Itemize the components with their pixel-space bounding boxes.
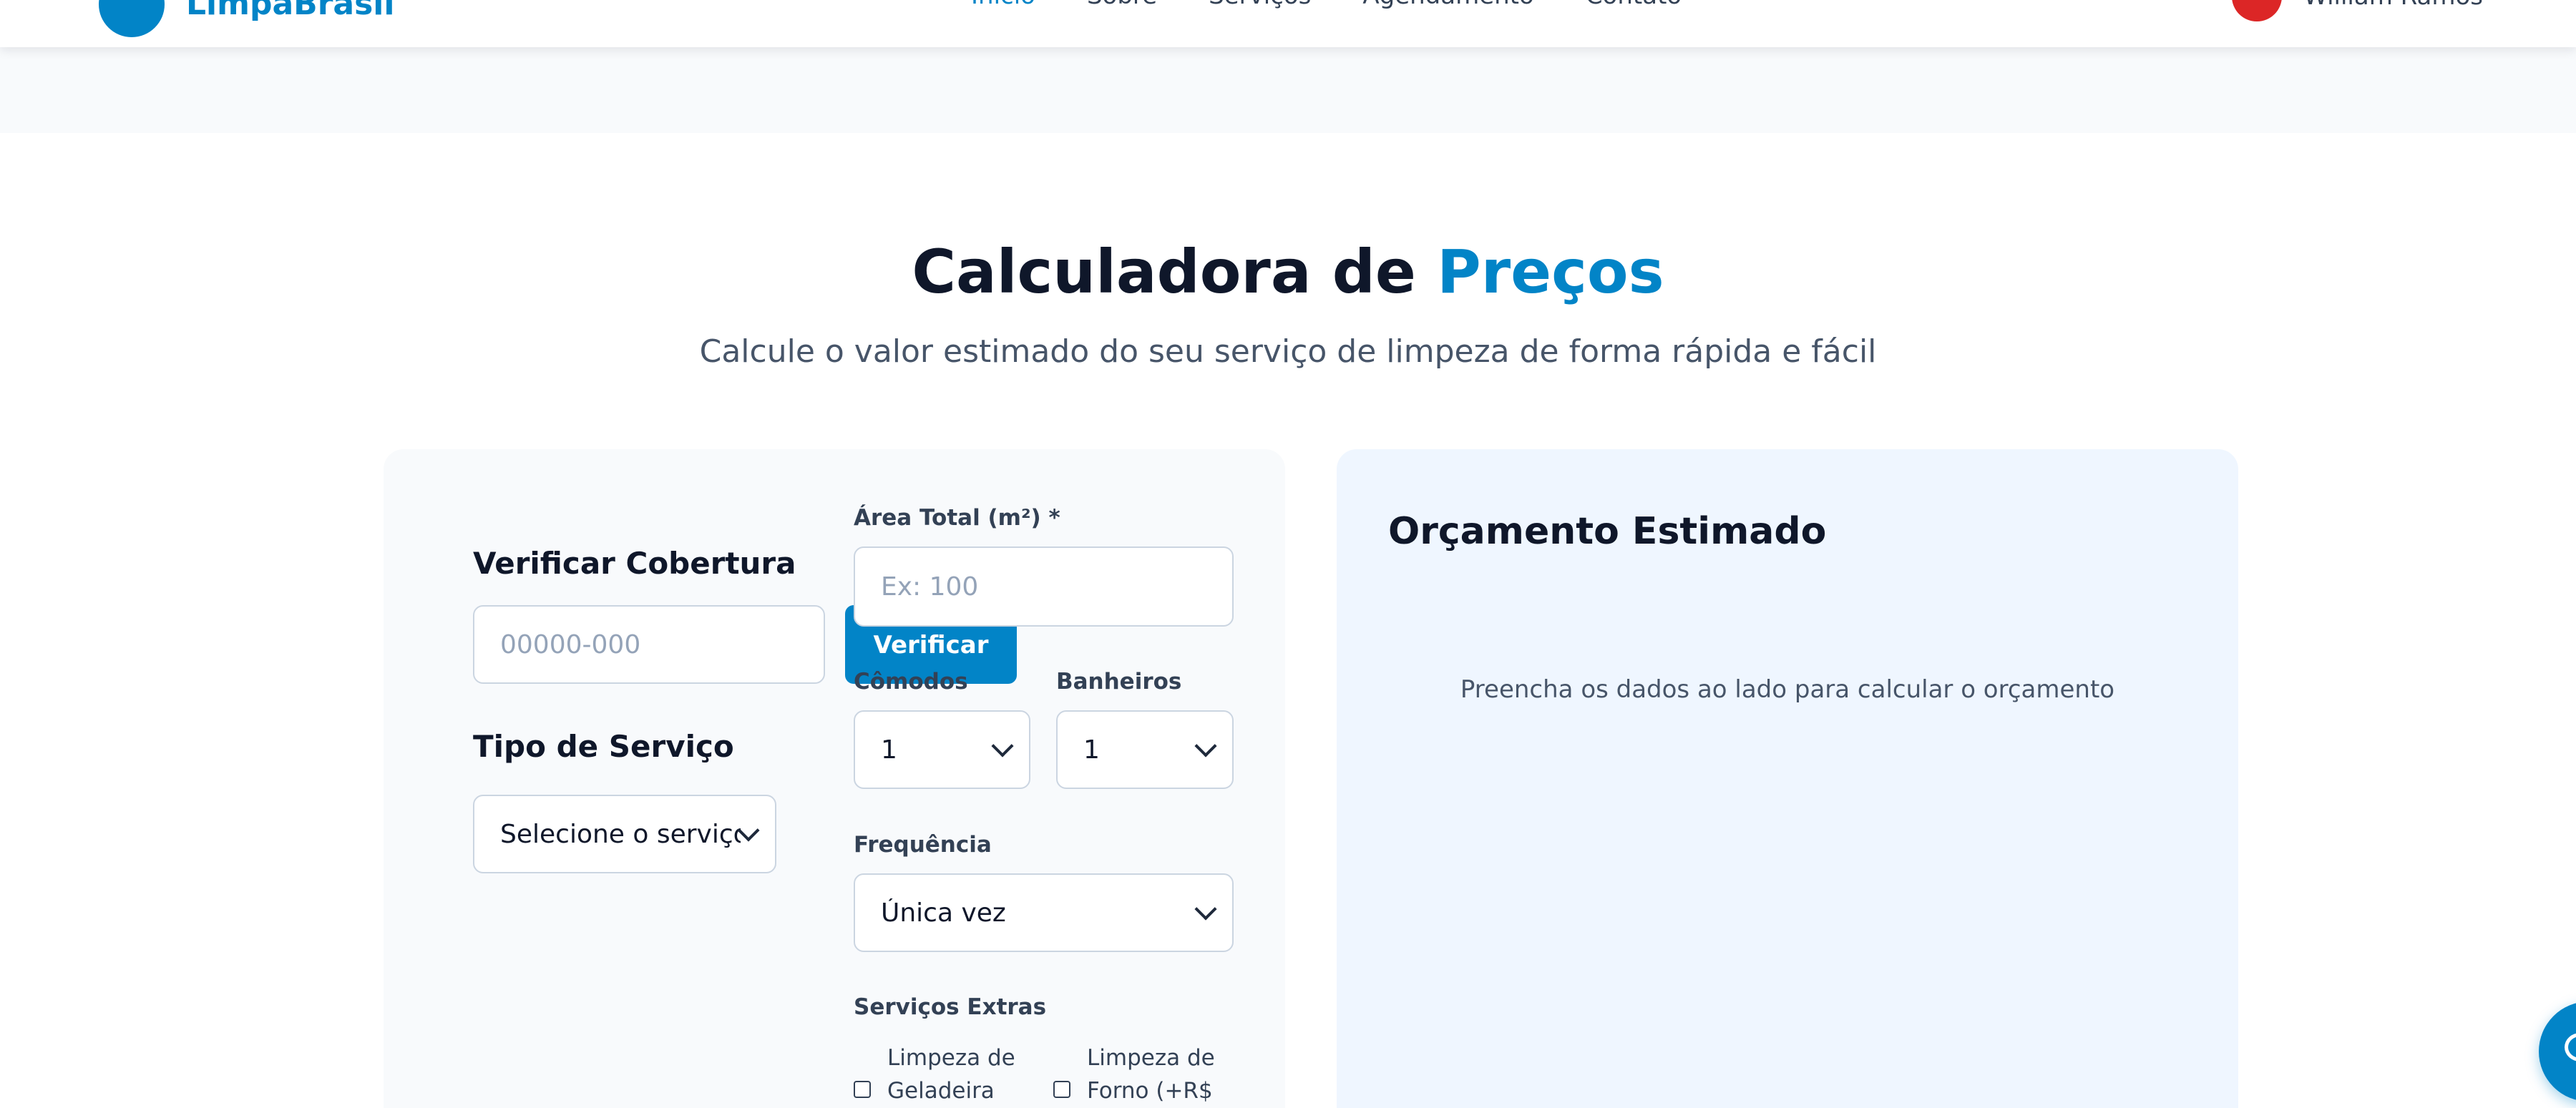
rooms-value: 1 xyxy=(881,735,897,765)
extra-oven-checkbox[interactable] xyxy=(1053,1081,1070,1098)
chat-button[interactable] xyxy=(2539,1001,2576,1102)
service-type-select[interactable]: Selecione o serviço xyxy=(473,795,776,873)
service-type-value: Selecione o serviço xyxy=(500,819,741,849)
brand-logo-icon xyxy=(99,0,165,37)
bathrooms-label: Banheiros xyxy=(1056,669,1182,695)
nav-links: Início Sobre Serviços Agendamento Contat… xyxy=(971,0,1682,10)
extra-oven-line2: Forno (+R$ xyxy=(1087,1078,1213,1104)
user-menu[interactable]: William Ramos xyxy=(2232,0,2483,21)
page-title-accent: Preços xyxy=(1437,237,1664,307)
page-title: Calculadora de Preços xyxy=(0,236,2576,308)
extra-fridge-line2: Geladeira xyxy=(887,1078,995,1104)
brand-name: LimpaBrasil xyxy=(186,0,395,22)
coverage-title: Verificar Cobertura xyxy=(473,546,796,581)
extra-oven-line1: Limpeza de xyxy=(1087,1045,1215,1071)
extra-fridge-checkbox[interactable] xyxy=(854,1081,871,1098)
service-type-title: Tipo de Serviço xyxy=(473,729,734,764)
estimate-empty-message: Preencha os dados ao lado para calcular … xyxy=(1460,675,2115,704)
nav-link-contato[interactable]: Contato xyxy=(1586,0,1682,10)
chevron-down-icon xyxy=(991,735,1014,758)
rooms-label: Cômodos xyxy=(854,669,968,695)
chevron-down-icon xyxy=(1194,735,1217,758)
frequency-label: Frequência xyxy=(854,832,992,858)
chevron-down-icon xyxy=(1194,898,1217,921)
nav-link-agendamento[interactable]: Agendamento xyxy=(1362,0,1533,10)
extra-fridge-line1: Limpeza de xyxy=(887,1045,1015,1071)
header-band xyxy=(0,47,2576,133)
estimate-title: Orçamento Estimado xyxy=(1388,510,1827,553)
bathrooms-value: 1 xyxy=(1083,735,1100,765)
extra-oven-label[interactable]: Limpeza de Forno (+R$ xyxy=(1087,1041,1215,1107)
avatar xyxy=(2232,0,2283,21)
chevron-down-icon xyxy=(737,819,760,842)
top-navbar: LimpaBrasil Início Sobre Serviços Agenda… xyxy=(0,0,2576,47)
bathrooms-select[interactable]: 1 xyxy=(1056,710,1234,789)
rooms-select[interactable]: 1 xyxy=(854,710,1030,789)
page-subtitle: Calcule o valor estimado do seu serviço … xyxy=(699,333,1877,370)
extra-fridge-label[interactable]: Limpeza de Geladeira xyxy=(887,1041,1015,1107)
page-title-main: Calculadora de xyxy=(912,237,1416,307)
extras-label: Serviços Extras xyxy=(854,994,1047,1020)
area-input[interactable] xyxy=(854,546,1234,627)
area-label: Área Total (m²) * xyxy=(854,505,1060,531)
user-name: William Ramos xyxy=(2303,0,2483,11)
nav-link-inicio[interactable]: Início xyxy=(971,0,1035,10)
frequency-select[interactable]: Única vez xyxy=(854,873,1234,952)
cep-input[interactable] xyxy=(473,605,825,684)
nav-link-sobre[interactable]: Sobre xyxy=(1087,0,1157,10)
frequency-value: Única vez xyxy=(881,898,1006,928)
brand[interactable]: LimpaBrasil xyxy=(99,0,394,37)
chat-icon xyxy=(2565,1033,2576,1062)
nav-link-servicos[interactable]: Serviços xyxy=(1209,0,1311,10)
